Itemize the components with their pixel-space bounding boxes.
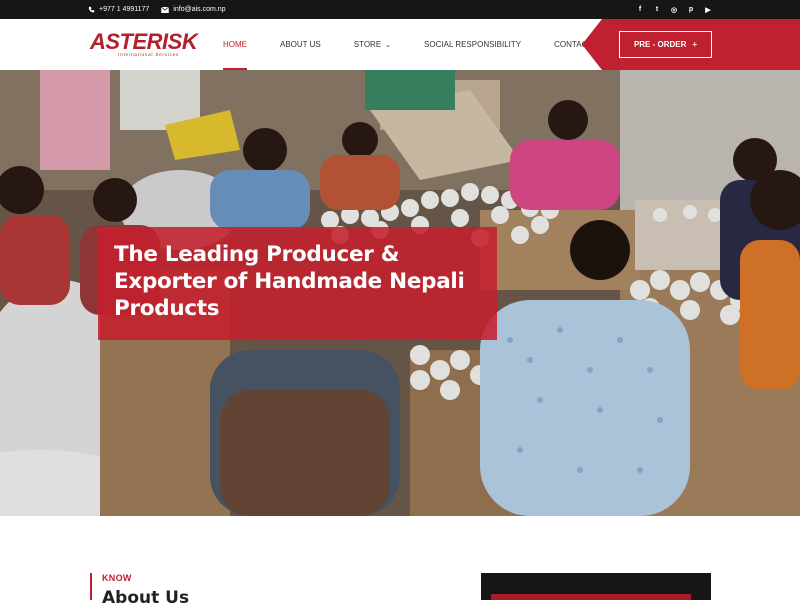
brand-logo[interactable]: ASTERISK International Services xyxy=(90,29,198,61)
brand-name: ASTERISK xyxy=(90,29,198,54)
panel-accent xyxy=(491,594,691,600)
instagram-icon[interactable]: ◎ xyxy=(670,6,678,14)
nav-store-label: STORE xyxy=(353,40,382,49)
nav-home-label: HOME xyxy=(223,40,247,49)
nav-about-label: ABOUT US xyxy=(280,40,321,49)
email-address: info@ais.com.np xyxy=(173,6,226,13)
facebook-icon[interactable]: f xyxy=(636,6,644,13)
pinterest-icon[interactable]: p xyxy=(687,6,695,13)
email-contact[interactable]: info@ais.com.np xyxy=(161,6,226,13)
phone-number: +977 1 4991177 xyxy=(99,6,150,13)
twitter-icon[interactable]: t xyxy=(653,6,661,13)
phone-icon xyxy=(88,6,95,13)
main-nav: HOME ABOUT US STORE ⌄ SOCIAL RESPONSIBILI… xyxy=(223,19,625,70)
section-eyebrow: KNOW xyxy=(102,573,132,583)
preorder-label: PRE - ORDER xyxy=(633,40,687,49)
top-bar: +977 1 4991177 info@ais.com.np f t ◎ p ▶ xyxy=(0,0,800,19)
nav-about-us[interactable]: ABOUT US xyxy=(280,19,321,70)
phone-contact[interactable]: +977 1 4991177 xyxy=(88,6,149,13)
site-header: ASTERISK International Services HOME ABO… xyxy=(0,19,800,70)
nav-store[interactable]: STORE ⌄ xyxy=(354,19,391,70)
section-title: About Us xyxy=(102,588,190,608)
youtube-icon[interactable]: ▶ xyxy=(704,6,712,14)
social-links: f t ◎ p ▶ xyxy=(636,0,712,19)
hero-banner: The Leading Producer & Exporter of Handm… xyxy=(0,70,800,516)
plus-icon: + xyxy=(692,40,698,49)
preorder-button[interactable]: PRE - ORDER + xyxy=(619,31,712,58)
hero-headline-box: The Leading Producer & Exporter of Handm… xyxy=(98,227,497,340)
nav-home[interactable]: HOME xyxy=(223,19,247,70)
hero-headline: The Leading Producer & Exporter of Handm… xyxy=(114,242,465,321)
nav-social-label: SOCIAL RESPONSIBILITY xyxy=(424,40,522,49)
section-accent-rule xyxy=(90,573,92,600)
about-section: KNOW About Us xyxy=(0,516,800,608)
mail-icon xyxy=(161,6,170,13)
chevron-down-icon: ⌄ xyxy=(385,41,392,49)
contact-info: +977 1 4991177 info@ais.com.np xyxy=(88,0,226,19)
nav-social-responsibility[interactable]: SOCIAL RESPONSIBILITY xyxy=(424,19,521,70)
about-feature-panel xyxy=(481,573,711,600)
